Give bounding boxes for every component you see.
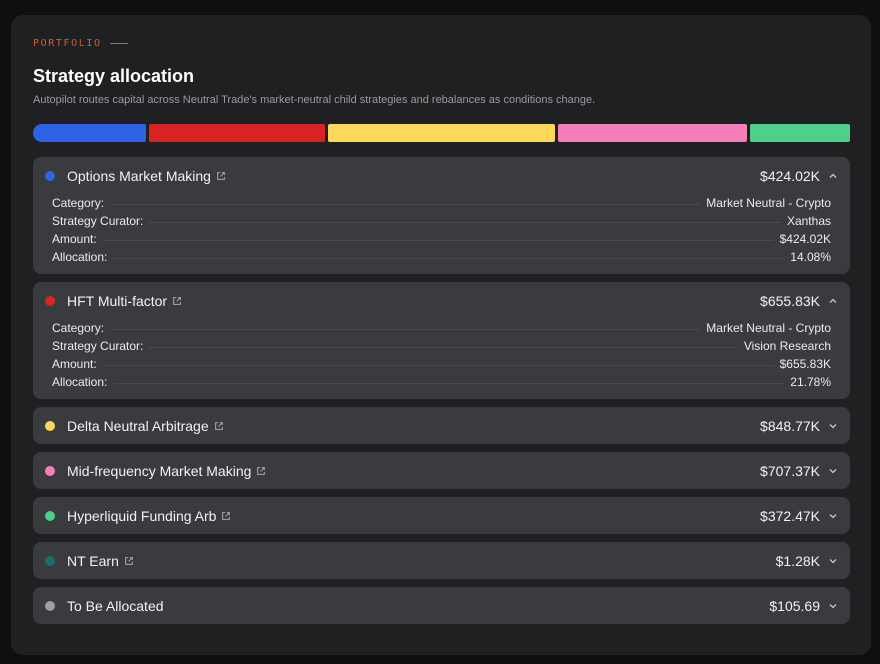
section-eyebrow: PORTFOLIO bbox=[33, 37, 849, 49]
chevron-down-icon[interactable] bbox=[828, 556, 838, 566]
external-link-icon[interactable] bbox=[172, 296, 182, 306]
strategy-item-mid-frequency-market-making: Mid-frequency Market Making $707.37K bbox=[33, 452, 850, 489]
detail-value: Market Neutral - Crypto bbox=[706, 196, 831, 210]
external-link-icon[interactable] bbox=[124, 556, 134, 566]
chevron-up-icon[interactable] bbox=[828, 296, 838, 306]
allocation-segment bbox=[750, 124, 850, 142]
strategy-amount: $848.77K bbox=[760, 417, 820, 434]
detail-label: Strategy Curator: bbox=[52, 339, 144, 353]
detail-label: Allocation: bbox=[52, 250, 108, 264]
strategy-header[interactable]: Delta Neutral Arbitrage $848.77K bbox=[33, 407, 850, 444]
allocation-segment bbox=[558, 124, 748, 142]
strategy-color-dot bbox=[45, 555, 55, 566]
strategy-name: Mid-frequency Market Making bbox=[67, 462, 252, 479]
strategy-item-options-market-making: Options Market Making $424.02K Category:… bbox=[33, 157, 850, 274]
detail-value: $424.02K bbox=[779, 232, 831, 246]
detail-label: Amount: bbox=[52, 357, 97, 371]
detail-row-curator: Strategy Curator: Xanthas bbox=[52, 210, 831, 228]
strategy-name: Options Market Making bbox=[67, 167, 211, 184]
detail-row-allocation: Allocation: 21.78% bbox=[52, 371, 831, 389]
external-link-icon[interactable] bbox=[256, 466, 266, 476]
external-link-icon[interactable] bbox=[214, 421, 224, 431]
detail-row-curator: Strategy Curator: Vision Research bbox=[52, 335, 831, 353]
external-link-icon[interactable] bbox=[216, 171, 226, 181]
allocation-segment bbox=[327, 124, 556, 142]
strategy-item-hyperliquid-funding-arb: Hyperliquid Funding Arb $372.47K bbox=[33, 497, 850, 534]
chevron-down-icon[interactable] bbox=[828, 421, 838, 431]
strategy-item-hft-multi-factor: HFT Multi-factor $655.83K Category: Marke… bbox=[33, 282, 850, 399]
detail-row-category: Category: Market Neutral - Crypto bbox=[52, 192, 831, 210]
detail-label: Allocation: bbox=[52, 375, 108, 389]
detail-row-allocation: Allocation: 14.08% bbox=[52, 246, 831, 264]
strategy-allocation-card: PORTFOLIO Strategy allocation Autopilot … bbox=[11, 15, 871, 655]
strategy-color-dot bbox=[45, 295, 55, 306]
strategy-details: Category: Market Neutral - Crypto Strateg… bbox=[33, 317, 850, 399]
strategy-item-to-be-allocated: To Be Allocated $105.69 bbox=[33, 587, 850, 624]
eyebrow-label: PORTFOLIO bbox=[33, 37, 102, 49]
strategy-name: HFT Multi-factor bbox=[67, 292, 168, 309]
strategy-name: NT Earn bbox=[67, 552, 119, 569]
chevron-up-icon[interactable] bbox=[828, 171, 838, 181]
strategy-amount: $655.83K bbox=[760, 292, 820, 309]
strategy-color-dot bbox=[45, 465, 55, 476]
detail-value: 21.78% bbox=[790, 375, 831, 389]
allocation-segment bbox=[149, 124, 325, 142]
detail-row-category: Category: Market Neutral - Crypto bbox=[52, 317, 831, 335]
detail-value: $655.83K bbox=[779, 357, 831, 371]
strategy-amount: $1.28K bbox=[775, 552, 820, 569]
strategy-color-dot bbox=[45, 170, 55, 181]
eyebrow-dash bbox=[109, 42, 128, 44]
external-link-icon[interactable] bbox=[221, 511, 231, 521]
strategy-header[interactable]: Mid-frequency Market Making $707.37K bbox=[33, 452, 850, 489]
strategy-details: Category: Market Neutral - Crypto Strateg… bbox=[33, 192, 850, 274]
chevron-down-icon[interactable] bbox=[828, 466, 838, 476]
strategy-header[interactable]: HFT Multi-factor $655.83K bbox=[33, 282, 850, 319]
detail-label: Category: bbox=[52, 196, 105, 210]
strategy-amount: $424.02K bbox=[760, 167, 820, 184]
detail-row-amount: Amount: $655.83K bbox=[52, 353, 831, 371]
detail-label: Strategy Curator: bbox=[52, 214, 144, 228]
strategy-header[interactable]: Hyperliquid Funding Arb $372.47K bbox=[33, 497, 850, 534]
strategy-amount: $372.47K bbox=[760, 507, 820, 524]
detail-value: 14.08% bbox=[790, 250, 831, 264]
chevron-down-icon[interactable] bbox=[828, 511, 838, 521]
page-title: Strategy allocation bbox=[33, 66, 195, 86]
strategy-list: Options Market Making $424.02K Category:… bbox=[33, 157, 850, 624]
strategy-name: To Be Allocated bbox=[67, 597, 164, 614]
allocation-bar bbox=[33, 124, 850, 142]
strategy-header[interactable]: To Be Allocated $105.69 bbox=[33, 587, 850, 624]
strategy-header[interactable]: Options Market Making $424.02K bbox=[33, 157, 850, 194]
strategy-color-dot bbox=[45, 510, 55, 521]
detail-value: Market Neutral - Crypto bbox=[706, 321, 831, 335]
strategy-header[interactable]: NT Earn $1.28K bbox=[33, 542, 850, 579]
strategy-name: Delta Neutral Arbitrage bbox=[67, 417, 209, 434]
chevron-down-icon[interactable] bbox=[828, 601, 838, 611]
detail-value: Vision Research bbox=[743, 339, 831, 353]
detail-label: Amount: bbox=[52, 232, 97, 246]
detail-row-amount: Amount: $424.02K bbox=[52, 228, 831, 246]
strategy-amount: $105.69 bbox=[769, 597, 820, 614]
strategy-color-dot bbox=[45, 420, 55, 431]
allocation-segment bbox=[33, 124, 147, 142]
strategy-name: Hyperliquid Funding Arb bbox=[67, 507, 217, 524]
strategy-amount: $707.37K bbox=[760, 462, 820, 479]
detail-label: Category: bbox=[52, 321, 105, 335]
strategy-item-nt-earn: NT Earn $1.28K bbox=[33, 542, 850, 579]
strategy-item-delta-neutral-arbitrage: Delta Neutral Arbitrage $848.77K bbox=[33, 407, 850, 444]
strategy-color-dot bbox=[45, 600, 55, 611]
page-subtitle: Autopilot routes capital across Neutral … bbox=[33, 94, 596, 106]
detail-value: Xanthas bbox=[786, 214, 831, 228]
